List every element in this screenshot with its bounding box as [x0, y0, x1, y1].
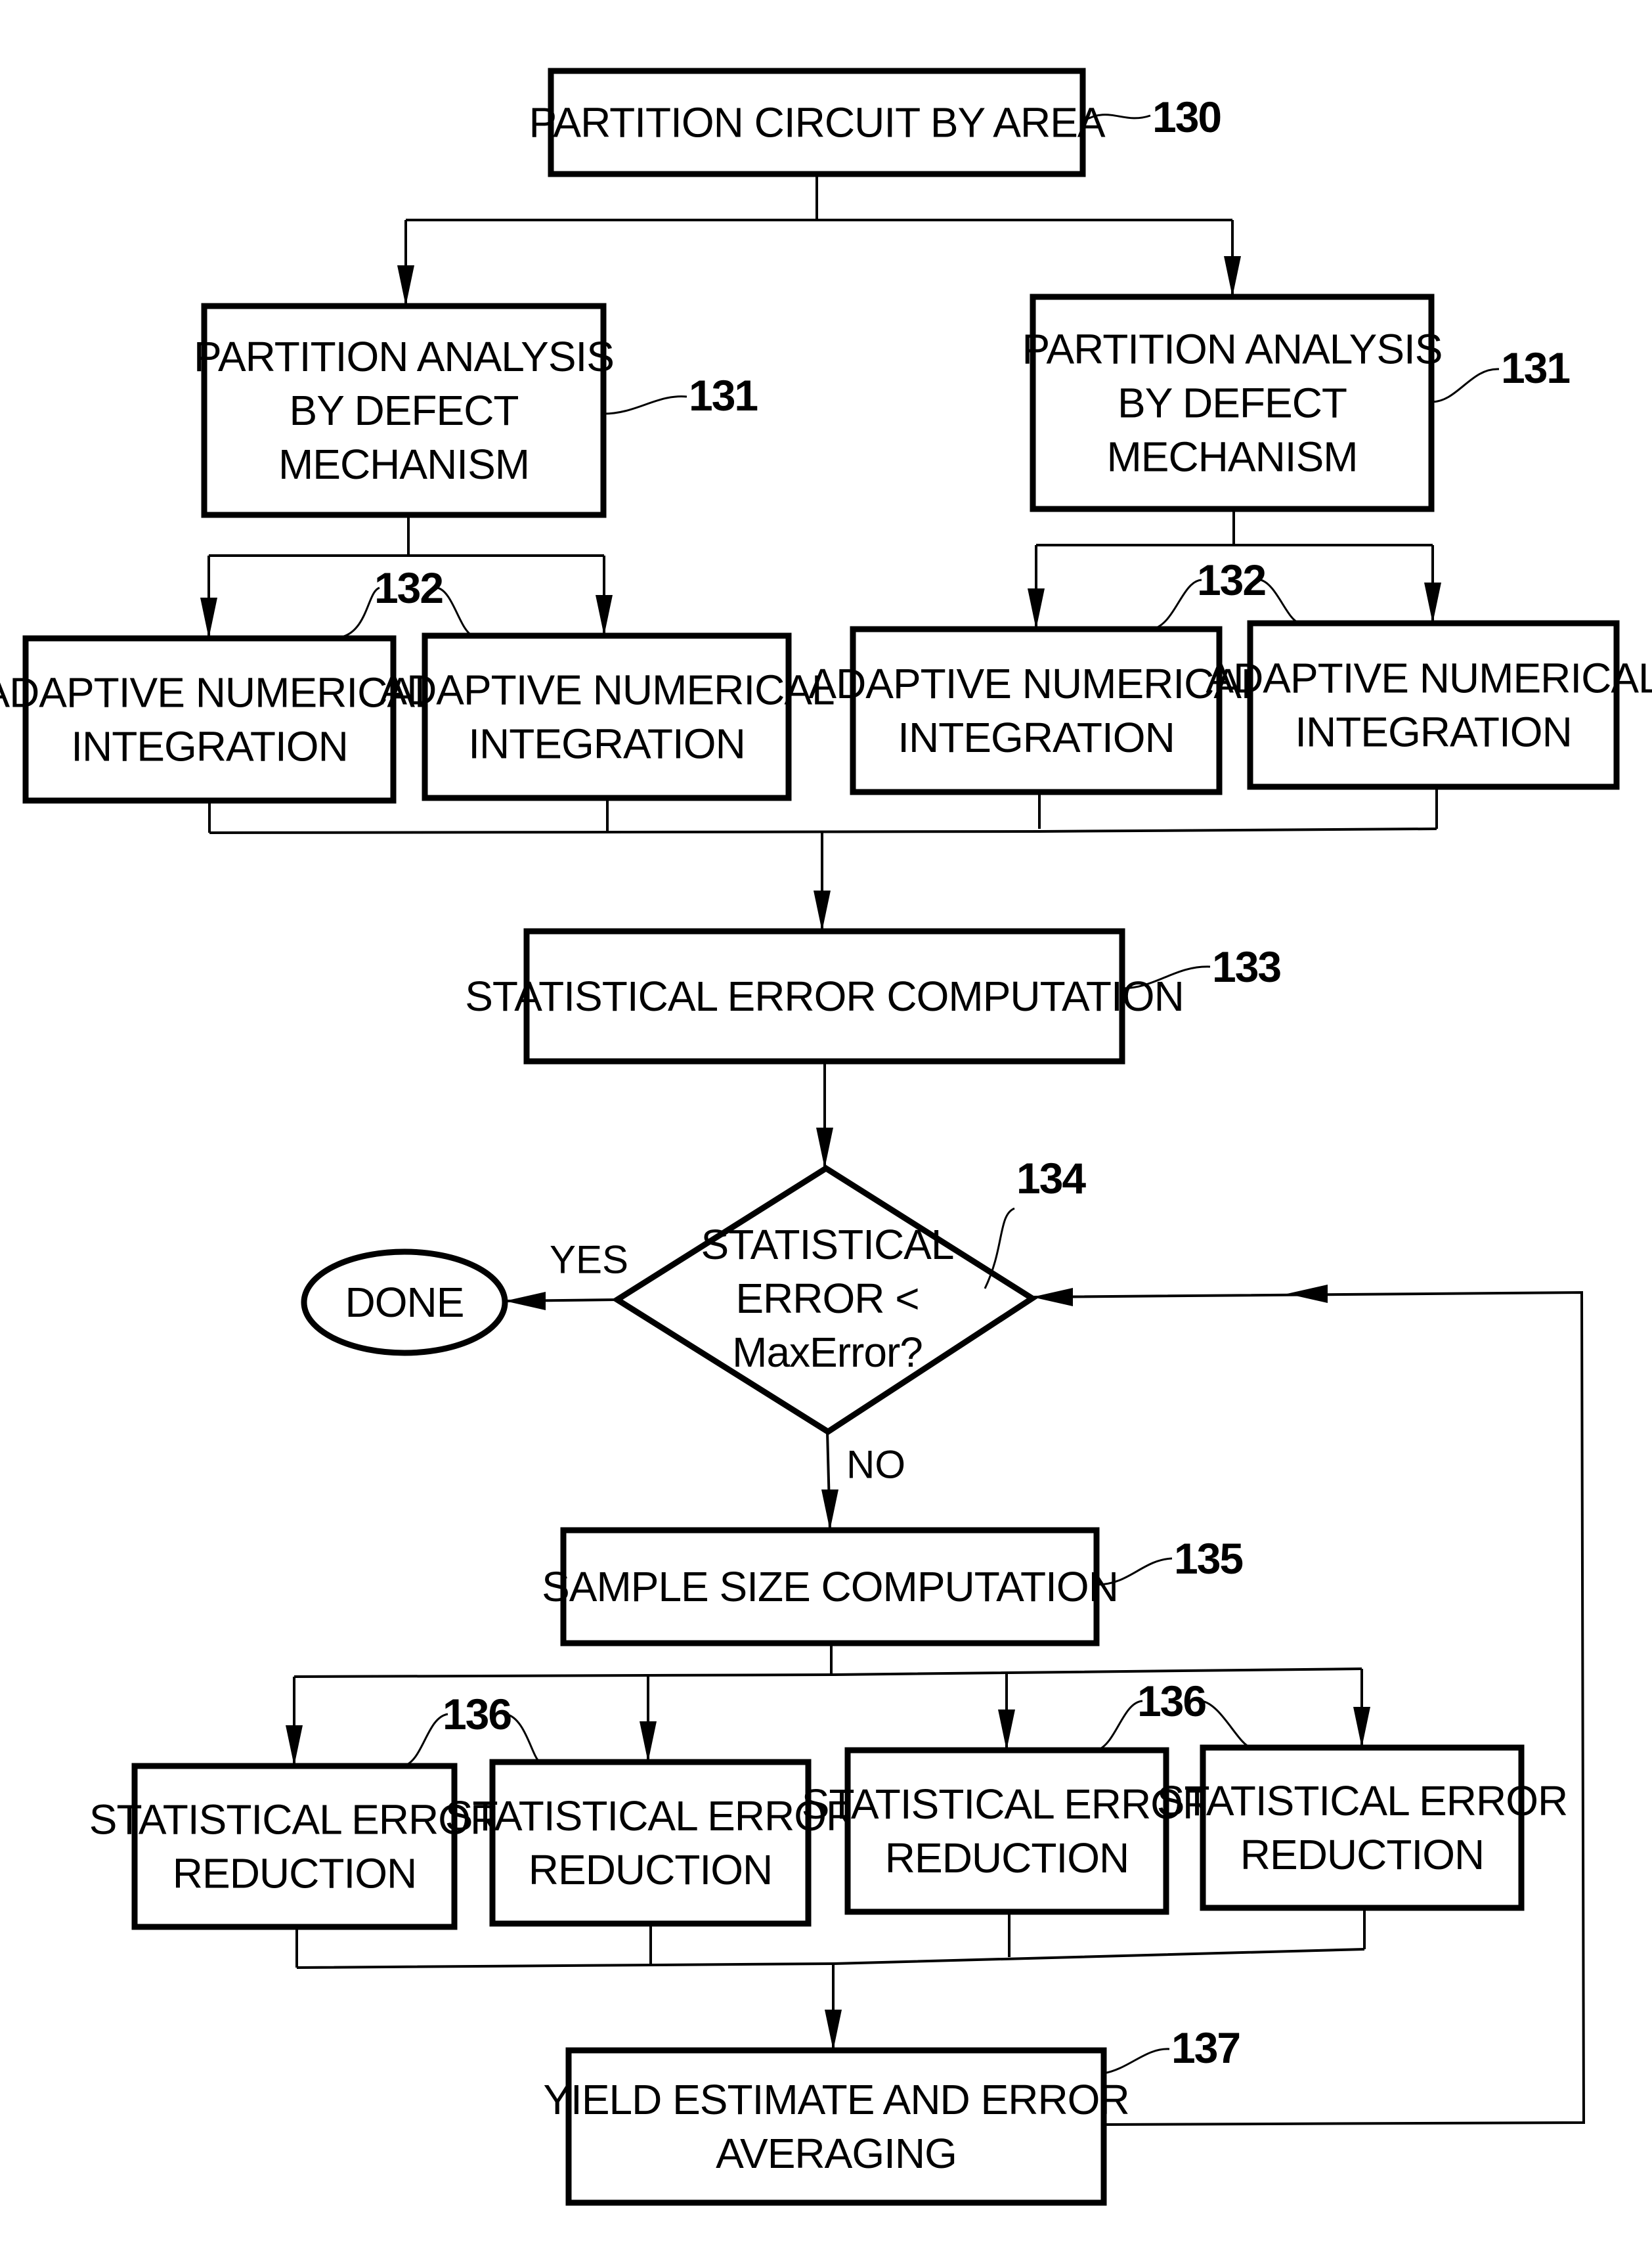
node-adaptive-integration-text-line: INTEGRATION — [1295, 709, 1572, 756]
decision-max-error-text-line: STATISTICAL — [701, 1221, 954, 1268]
node-yield-estimate — [565, 2047, 1107, 2206]
ref-label-135: 135 — [1174, 1534, 1242, 1583]
decision-max-error-text-line: ERROR < — [735, 1275, 919, 1322]
ref-label-130: 130 — [1152, 93, 1221, 141]
node-adaptive-integration — [1247, 620, 1620, 790]
ref-label-134: 134 — [1016, 1154, 1086, 1202]
node-partition-analysis-right-text-line: MECHANISM — [1106, 433, 1357, 481]
node-yield-estimate-text-line: YIELD ESTIMATE AND ERROR — [543, 2076, 1129, 2123]
node-yield-estimate-text-line: AVERAGING — [716, 2130, 957, 2177]
ref-label-133: 133 — [1212, 942, 1280, 991]
edge-label-no: NO — [846, 1443, 905, 1487]
node-adaptive-integration — [422, 632, 792, 801]
terminal-done-text-line: DONE — [345, 1279, 464, 1326]
ref-label-136-left: 136 — [443, 1690, 511, 1738]
node-statistical-error-reduction-text-line: REDUCTION — [885, 1834, 1129, 1882]
ref-label-131-left: 131 — [689, 371, 757, 420]
ref-label-136-right: 136 — [1137, 1677, 1206, 1725]
node-adaptive-integration-text-line: INTEGRATION — [71, 723, 348, 770]
node-partition-analysis-right-text-line: BY DEFECT — [1118, 380, 1347, 427]
node-statistical-error-reduction-text-line: STATISTICAL ERROR — [802, 1780, 1212, 1828]
ref-label-131-right: 131 — [1501, 343, 1569, 392]
node-statistical-error-reduction-text-line: STATISTICAL ERROR — [1157, 1777, 1567, 1824]
node-partition-circuit-text-line: PARTITION CIRCUIT BY AREA — [529, 99, 1105, 146]
node-adaptive-integration-text-line: ADAPTIVE NUMERICAL — [808, 660, 1263, 707]
edge-label-yes: YES — [550, 1238, 628, 1282]
flowchart-canvas: PARTITION CIRCUIT BY AREA PARTITION ANALY… — [0, 0, 1652, 2250]
ref-label-132-right: 132 — [1197, 556, 1265, 604]
node-partition-analysis-left-text-line: PARTITION ANALYSIS — [194, 333, 614, 380]
ref-label-137: 137 — [1171, 2023, 1240, 2072]
decision-max-error-text-line: MaxError? — [732, 1329, 923, 1376]
node-partition-analysis-left-text-line: BY DEFECT — [290, 387, 519, 434]
node-statistical-error-reduction — [489, 1759, 812, 1927]
node-sample-size-computation-text-line: SAMPLE SIZE COMPUTATION — [542, 1563, 1118, 1610]
node-adaptive-integration-text-line: ADAPTIVE NUMERICAL — [0, 669, 437, 717]
node-statistical-error-reduction-text-line: STATISTICAL ERROR — [89, 1796, 500, 1843]
node-statistical-error-reduction-text-line: STATISTICAL ERROR — [445, 1792, 856, 1840]
node-statistical-error-reduction — [844, 1747, 1169, 1915]
node-statistical-error-reduction-text-line: REDUCTION — [173, 1850, 416, 1897]
node-adaptive-integration-text-line: ADAPTIVE NUMERICAL — [379, 667, 834, 714]
node-adaptive-integration — [22, 635, 397, 804]
node-adaptive-integration-text-line: INTEGRATION — [468, 720, 745, 768]
ref-label-132-left: 132 — [374, 563, 443, 612]
node-statistical-error-computation-text-line: STATISTICAL ERROR COMPUTATION — [465, 973, 1184, 1020]
node-adaptive-integration-text-line: ADAPTIVE NUMERICAL — [1206, 655, 1652, 702]
node-statistical-error-reduction — [1200, 1744, 1525, 1911]
node-partition-analysis-left-text-line: MECHANISM — [278, 441, 529, 488]
node-adaptive-integration — [850, 626, 1223, 795]
node-statistical-error-reduction — [131, 1763, 458, 1930]
node-adaptive-integration-text-line: INTEGRATION — [898, 714, 1175, 761]
node-statistical-error-reduction-text-line: REDUCTION — [1240, 1831, 1484, 1878]
node-partition-analysis-right-text-line: PARTITION ANALYSIS — [1022, 326, 1443, 373]
node-statistical-error-reduction-text-line: REDUCTION — [529, 1846, 772, 1893]
